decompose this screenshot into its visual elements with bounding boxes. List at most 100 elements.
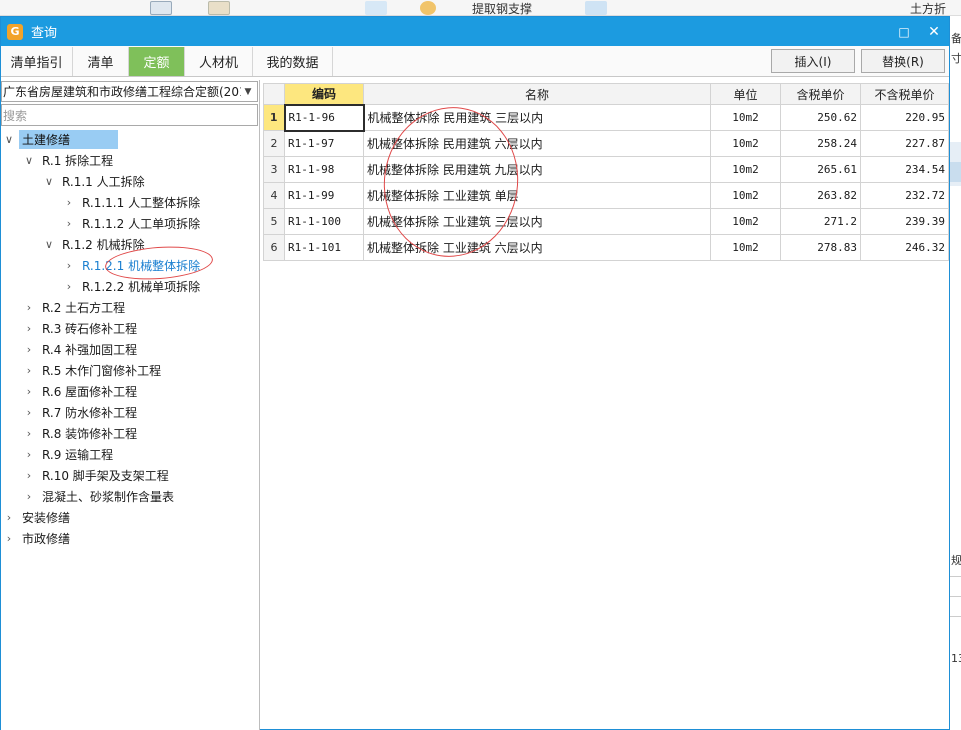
- notax-price-cell[interactable]: 234.54: [860, 156, 949, 183]
- code-cell[interactable]: R1-1-99: [284, 182, 364, 209]
- row-number-cell[interactable]: 1: [263, 104, 285, 131]
- tree-node[interactable]: › R.9 运输工程: [1, 444, 259, 465]
- unit-cell[interactable]: 10m2: [710, 208, 781, 235]
- row-number-cell[interactable]: 5: [263, 208, 285, 235]
- tab-list-guide[interactable]: 清单指引: [1, 47, 73, 76]
- chevron-down-icon[interactable]: ▼: [241, 84, 255, 100]
- row-number-cell[interactable]: 2: [263, 130, 285, 157]
- code-cell[interactable]: R1-1-96: [283, 103, 365, 132]
- chevron-right-icon[interactable]: ›: [23, 301, 35, 314]
- name-cell[interactable]: 机械整体拆除 民用建筑 九层以内: [363, 156, 711, 183]
- table-row[interactable]: 4 R1-1-99 机械整体拆除 工业建筑 单层 10m2 263.82 232.72: [263, 182, 949, 209]
- chevron-right-icon[interactable]: ›: [23, 406, 35, 419]
- name-cell[interactable]: 机械整体拆除 工业建筑 三层以内: [363, 208, 711, 235]
- chevron-down-icon[interactable]: ∨: [23, 154, 35, 167]
- tax-price-cell[interactable]: 258.24: [780, 130, 861, 157]
- header-code[interactable]: 编码: [284, 83, 364, 105]
- header-notax-price[interactable]: 不含税单价: [860, 83, 949, 105]
- header-tax-price[interactable]: 含税单价: [780, 83, 861, 105]
- tree-node[interactable]: ∨ R.1.2 机械拆除: [1, 234, 259, 255]
- code-cell[interactable]: R1-1-101: [284, 234, 364, 261]
- chevron-down-icon[interactable]: ∨: [3, 133, 15, 146]
- tax-price-cell[interactable]: 265.61: [780, 156, 861, 183]
- notax-price-cell[interactable]: 239.39: [860, 208, 949, 235]
- code-cell[interactable]: R1-1-97: [284, 130, 364, 157]
- chevron-right-icon[interactable]: ›: [3, 511, 15, 524]
- tax-price-cell[interactable]: 278.83: [780, 234, 861, 261]
- unit-cell[interactable]: 10m2: [710, 182, 781, 209]
- notax-price-cell[interactable]: 220.95: [860, 104, 949, 131]
- tax-price-cell[interactable]: 271.2: [780, 208, 861, 235]
- tab-my-data[interactable]: 我的数据: [253, 47, 333, 76]
- toolbar-icon[interactable]: [585, 1, 607, 15]
- tree-node[interactable]: › R.7 防水修补工程: [1, 402, 259, 423]
- title-bar[interactable]: G 查询 □ ✕: [1, 17, 949, 46]
- chevron-right-icon[interactable]: ›: [23, 385, 35, 398]
- tree-node[interactable]: ∨ R.1.1 人工拆除: [1, 171, 259, 192]
- toolbar-item-extract-steel-support[interactable]: 提取钢支撑: [472, 0, 532, 17]
- chevron-down-icon[interactable]: ∨: [43, 175, 55, 188]
- name-cell[interactable]: 机械整体拆除 工业建筑 六层以内: [363, 234, 711, 261]
- toolbar-icon[interactable]: [208, 1, 230, 15]
- name-cell[interactable]: 机械整体拆除 工业建筑 单层: [363, 182, 711, 209]
- tree-node[interactable]: › 混凝土、砂浆制作含量表: [1, 486, 259, 507]
- chevron-right-icon[interactable]: ›: [63, 280, 75, 293]
- tab-quota[interactable]: 定额: [129, 47, 185, 76]
- row-number-cell[interactable]: 6: [263, 234, 285, 261]
- unit-cell[interactable]: 10m2: [710, 130, 781, 157]
- chevron-right-icon[interactable]: ›: [63, 217, 75, 230]
- quota-library-select[interactable]: 广东省房屋建筑和市政修缮工程综合定额(201 ▼: [1, 81, 258, 102]
- table-row[interactable]: 5 R1-1-100 机械整体拆除 工业建筑 三层以内 10m2 271.2 239.39: [263, 208, 949, 235]
- unit-cell[interactable]: 10m2: [710, 234, 781, 261]
- tab-resources[interactable]: 人材机: [185, 47, 253, 76]
- chevron-right-icon[interactable]: ›: [63, 259, 75, 272]
- tree-node[interactable]: ∨ 土建修缮: [1, 129, 259, 150]
- table-row[interactable]: 1 R1-1-96 机械整体拆除 民用建筑 三层以内 10m2 250.62 220.95: [263, 103, 949, 132]
- name-cell[interactable]: 机械整体拆除 民用建筑 六层以内: [363, 130, 711, 157]
- tree-node[interactable]: › 市政修缮: [1, 528, 259, 549]
- header-unit[interactable]: 单位: [710, 83, 781, 105]
- maximize-icon[interactable]: □: [889, 17, 919, 46]
- notax-price-cell[interactable]: 232.72: [860, 182, 949, 209]
- tree-node[interactable]: › R.1.2.2 机械单项拆除: [1, 276, 259, 297]
- chevron-right-icon[interactable]: ›: [23, 427, 35, 440]
- insert-button[interactable]: 插入(I): [771, 49, 855, 73]
- search-input[interactable]: 搜索: [1, 104, 258, 126]
- code-cell[interactable]: R1-1-98: [284, 156, 364, 183]
- notax-price-cell[interactable]: 246.32: [860, 234, 949, 261]
- tree-node[interactable]: › R.1.1.2 人工单项拆除: [1, 213, 259, 234]
- tree-node[interactable]: › R.10 脚手架及支架工程: [1, 465, 259, 486]
- chevron-right-icon[interactable]: ›: [23, 469, 35, 482]
- chevron-down-icon[interactable]: ∨: [43, 238, 55, 251]
- close-icon[interactable]: ✕: [919, 17, 949, 46]
- notax-price-cell[interactable]: 227.87: [860, 130, 949, 157]
- tree-node[interactable]: › R.8 装饰修补工程: [1, 423, 259, 444]
- tree-node[interactable]: › R.2 土石方工程: [1, 297, 259, 318]
- chevron-right-icon[interactable]: ›: [3, 532, 15, 545]
- row-number-cell[interactable]: 3: [263, 156, 285, 183]
- unit-cell[interactable]: 10m2: [710, 156, 781, 183]
- tree-node[interactable]: › R.4 补强加固工程: [1, 339, 259, 360]
- chevron-right-icon[interactable]: ›: [23, 364, 35, 377]
- chevron-right-icon[interactable]: ›: [23, 322, 35, 335]
- chevron-right-icon[interactable]: ›: [23, 490, 35, 503]
- table-row[interactable]: 2 R1-1-97 机械整体拆除 民用建筑 六层以内 10m2 258.24 227.87: [263, 130, 949, 157]
- table-row[interactable]: 6 R1-1-101 机械整体拆除 工业建筑 六层以内 10m2 278.83 246.3…: [263, 234, 949, 261]
- chevron-right-icon[interactable]: ›: [23, 448, 35, 461]
- toolbar-item-earthwork[interactable]: 土方折: [910, 0, 946, 17]
- unit-cell[interactable]: 10m2: [710, 104, 781, 131]
- toolbar-icon[interactable]: [365, 1, 387, 15]
- replace-button[interactable]: 替换(R): [861, 49, 945, 73]
- tree-node[interactable]: › 安装修缮: [1, 507, 259, 528]
- tax-price-cell[interactable]: 263.82: [780, 182, 861, 209]
- tree-node[interactable]: › R.1.1.1 人工整体拆除: [1, 192, 259, 213]
- tree-node[interactable]: ∨ R.1 拆除工程: [1, 150, 259, 171]
- tree-node[interactable]: › R.3 砖石修补工程: [1, 318, 259, 339]
- toolbar-icon[interactable]: [150, 1, 172, 15]
- tree-node[interactable]: › R.5 木作门窗修补工程: [1, 360, 259, 381]
- row-number-cell[interactable]: 4: [263, 182, 285, 209]
- chevron-right-icon[interactable]: ›: [63, 196, 75, 209]
- tax-price-cell[interactable]: 250.62: [780, 104, 861, 131]
- code-cell[interactable]: R1-1-100: [284, 208, 364, 235]
- tree-node[interactable]: › R.1.2.1 机械整体拆除: [1, 255, 259, 276]
